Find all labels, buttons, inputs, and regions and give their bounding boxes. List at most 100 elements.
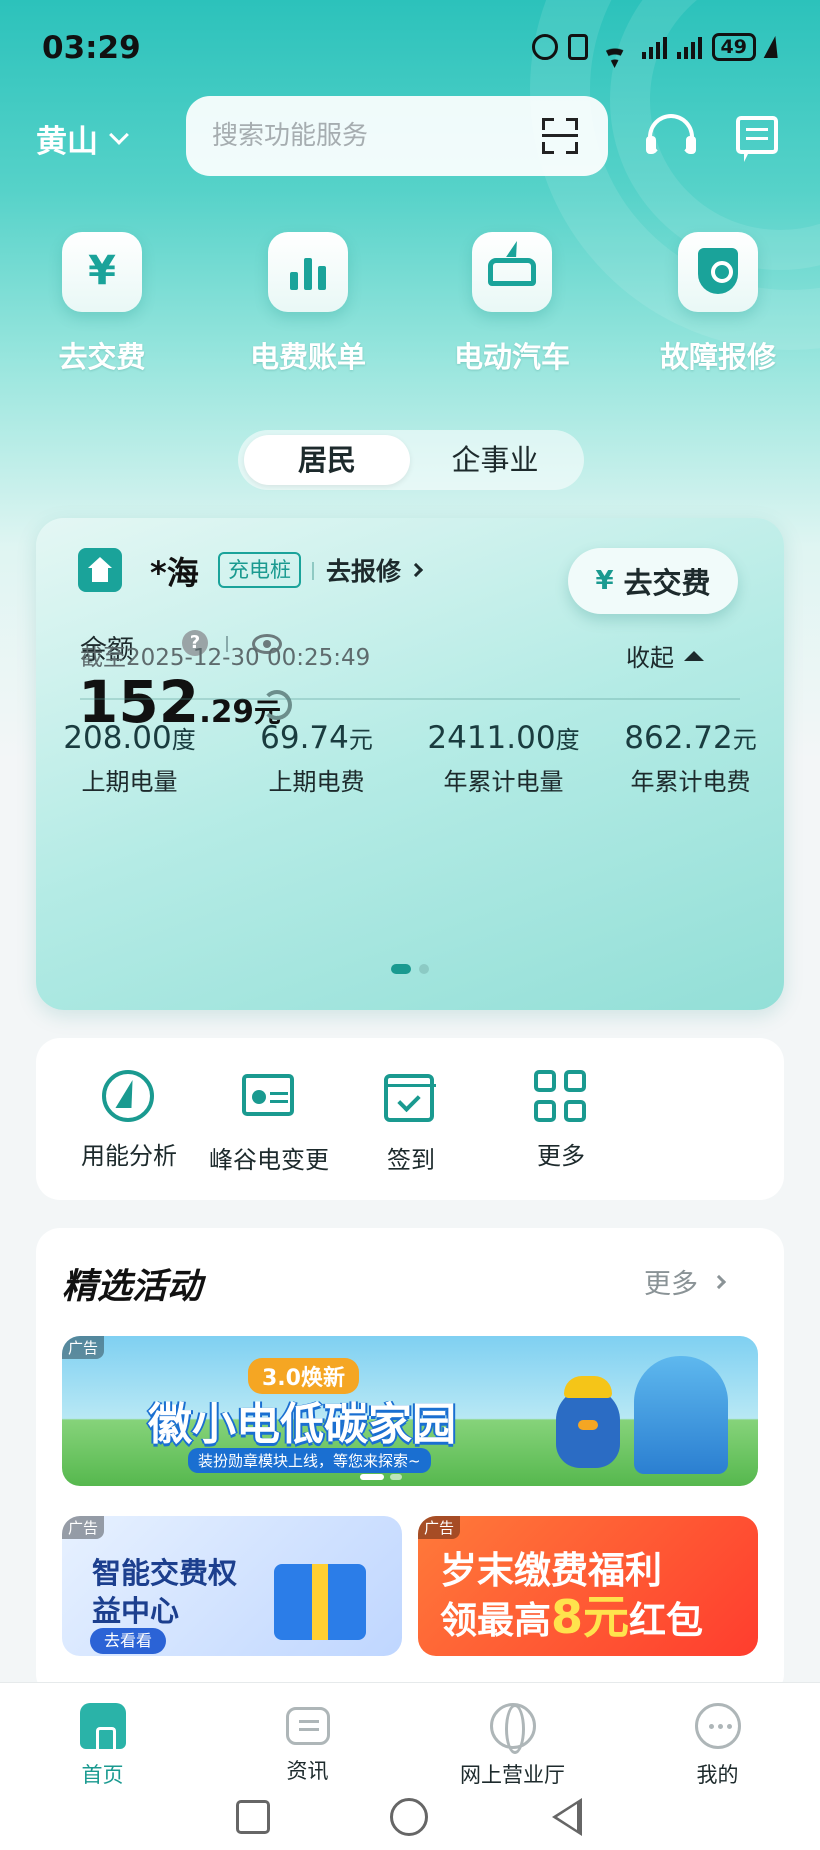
news-icon (285, 1707, 330, 1745)
nav-label: 网上营业厅 (460, 1763, 565, 1787)
account-card: *海 充电桩 去报修 ¥ 去交费 余额 ? 152.29元 截至2025-12-… (36, 518, 784, 1010)
card-divider (80, 698, 740, 700)
nav-home[interactable]: 首页 (0, 1703, 205, 1789)
function-more[interactable]: 更多 (486, 1070, 636, 1171)
function-label: 用能分析 (81, 1142, 177, 1170)
function-label: 峰谷电变更 (209, 1146, 329, 1174)
promo-title-line2: 领最高8元红包 (440, 1594, 703, 1644)
function-icon-wrap (242, 1074, 296, 1128)
tab-enterprise[interactable]: 企事业 (412, 435, 578, 485)
quick-action-repair[interactable]: 故障报修 (628, 232, 808, 376)
quick-action-label: 故障报修 (659, 340, 776, 374)
function-label: 签到 (387, 1146, 435, 1174)
stat-value: 208.00 (63, 720, 172, 756)
nav-online-hall[interactable]: 网上营业厅 (410, 1703, 615, 1789)
stat-year-fee[interactable]: 862.72元 年累计电费 (597, 720, 784, 797)
function-energy-analysis[interactable]: 用能分析 (54, 1070, 204, 1171)
promo-banner-smart-pay[interactable]: 广告 智能交费权益中心 去看看 (62, 1516, 402, 1656)
nav-label: 首页 (81, 1763, 124, 1787)
function-checkin[interactable]: 签到 (336, 1070, 486, 1175)
quick-action-ev[interactable]: 电动汽车 (422, 232, 602, 376)
as-of-time: 截至2025-12-30 00:25:49 (80, 638, 370, 672)
recents-button[interactable] (236, 1800, 270, 1834)
chevron-down-icon (109, 124, 129, 145)
ad-tag: 广告 (418, 1516, 461, 1539)
calendar-check-icon (384, 1074, 434, 1122)
promo-title: 岁末缴费福利 领最高8元红包 (440, 1548, 703, 1644)
wifi-icon (598, 34, 632, 60)
search-input[interactable] (212, 121, 512, 151)
function-icon-wrap (384, 1074, 438, 1128)
featured-more-link[interactable]: 更多 (644, 1262, 727, 1301)
function-peak-valley[interactable]: 峰谷电变更 (184, 1070, 354, 1175)
page-dot (419, 964, 429, 974)
city-label: 黄山 (36, 124, 98, 160)
nav-news[interactable]: 资讯 (205, 1703, 410, 1785)
charging-icon (763, 36, 783, 58)
promo-banner-year-end[interactable]: 广告 岁末缴费福利 领最高8元红包 (418, 1516, 758, 1656)
quick-action-label: 电动汽车 (453, 340, 570, 374)
search-bar[interactable] (186, 96, 608, 176)
stat-unit: 度 (171, 726, 196, 754)
peak-valley-icon (242, 1074, 294, 1116)
card-detail: 截至2025-12-30 00:25:49 收起 (36, 638, 784, 1010)
main-banner[interactable]: 广告 3.0焕新 徽小电低碳家园 装扮勋章模块上线，等您来探索~ (62, 1336, 758, 1486)
energy-analysis-icon (102, 1070, 154, 1122)
back-button[interactable] (552, 1798, 582, 1836)
quick-action-tile (268, 232, 348, 312)
status-bar: 03:29 49 (0, 0, 820, 96)
home-button[interactable] (390, 1798, 428, 1836)
stat-year-usage[interactable]: 2411.00度 年累计电量 (410, 720, 597, 797)
quick-action-pay[interactable]: ¥ 去交费 (12, 232, 192, 376)
city-selector[interactable]: 黄山 (36, 116, 129, 161)
battery-icon: 49 (711, 33, 756, 61)
profile-icon (694, 1703, 741, 1749)
alarm-icon (531, 34, 558, 60)
system-nav-bar (0, 1794, 820, 1850)
grid-icon (534, 1070, 586, 1122)
stat-value: 69.74 (260, 720, 349, 756)
wrench-shield-icon (698, 248, 738, 294)
quick-action-tile (678, 232, 758, 312)
tab-resident[interactable]: 居民 (244, 435, 410, 485)
collapse-label: 收起 (626, 644, 674, 672)
status-time: 03:29 (42, 30, 141, 66)
quick-actions: ¥ 去交费 电费账单 电动汽车 故障报修 (0, 232, 820, 382)
stat-last-usage[interactable]: 208.00度 上期电量 (36, 720, 223, 797)
top-bar: 黄山 (0, 96, 820, 178)
function-icon-wrap (102, 1070, 156, 1124)
nav-profile[interactable]: 我的 (615, 1703, 820, 1789)
message-icon[interactable] (736, 116, 778, 162)
yen-icon: ¥ (88, 248, 116, 294)
collapse-toggle[interactable]: 收起 (626, 638, 704, 673)
function-icon-wrap (534, 1070, 588, 1124)
globe-icon (489, 1703, 536, 1754)
mascot-illustration (556, 1376, 620, 1468)
promo-button[interactable]: 去看看 (90, 1628, 167, 1654)
home-icon (79, 1703, 126, 1750)
nav-label: 资讯 (286, 1759, 329, 1783)
stat-last-fee[interactable]: 69.74元 上期电费 (223, 720, 410, 797)
ev-car-icon (488, 258, 536, 286)
promo-highlight: 8元 (551, 1590, 630, 1644)
chevron-right-icon (711, 1274, 727, 1289)
page-indicator (36, 964, 784, 974)
banner-indicator (360, 1474, 402, 1480)
nav-label: 我的 (696, 1763, 739, 1787)
stat-label: 上期电量 (81, 768, 178, 796)
stat-label: 年累计电费 (630, 768, 751, 796)
banner-title: 徽小电低碳家园 (148, 1399, 456, 1450)
quick-action-bill[interactable]: 电费账单 (218, 232, 398, 376)
customer-service-icon[interactable] (646, 114, 696, 160)
function-card: 用能分析 峰谷电变更 签到 更多 (36, 1038, 784, 1200)
quick-action-label: 去交费 (58, 340, 146, 374)
vibrate-icon (567, 34, 588, 60)
function-label: 更多 (537, 1142, 585, 1170)
stat-unit: 度 (555, 726, 580, 754)
page-dot-active (391, 964, 411, 974)
status-icons: 49 (531, 33, 783, 61)
stat-unit: 元 (348, 726, 373, 754)
scan-icon[interactable] (542, 118, 578, 154)
promo-title-line1: 岁末缴费福利 (440, 1549, 662, 1592)
bar-chart-icon (290, 254, 326, 290)
